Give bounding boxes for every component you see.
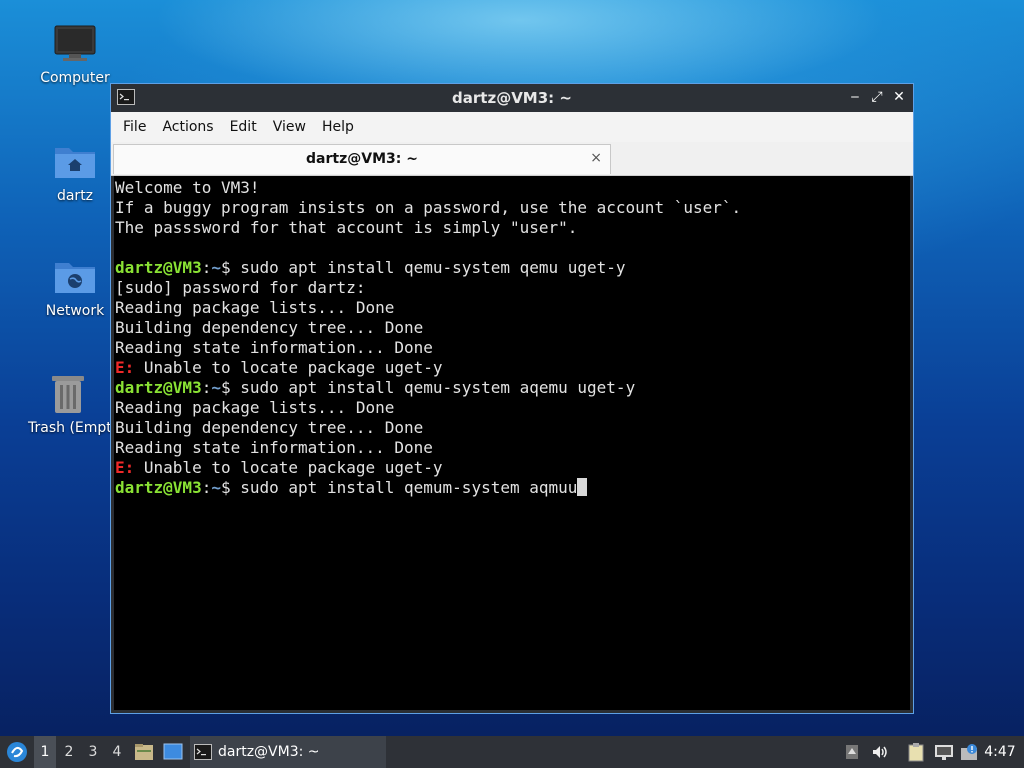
menu-view[interactable]: View <box>265 119 314 135</box>
taskbar-item-terminal[interactable]: dartz@VM3: ~ <box>190 736 386 768</box>
prompt-user: dartz@VM3 <box>115 378 202 397</box>
taskbar-item-label: dartz@VM3: ~ <box>218 744 320 760</box>
error-tag: E: <box>115 458 135 477</box>
window-title: dartz@VM3: ~ <box>452 89 572 107</box>
terminal-window: dartz@VM3: ~ ‒ ⤢ ✕ File Actions Edit Vie… <box>110 83 914 714</box>
update-alert-icon <box>961 744 977 760</box>
show-desktop-button[interactable] <box>160 736 186 768</box>
up-arrow-icon <box>846 745 858 759</box>
menubar: File Actions Edit View Help <box>111 112 913 142</box>
command-input[interactable]: sudo apt install qemum-system aqmuu <box>240 478 577 497</box>
error-tag: E: <box>115 358 135 377</box>
file-manager-launcher[interactable] <box>132 736 156 768</box>
file-manager-icon <box>135 744 153 760</box>
menu-help[interactable]: Help <box>314 119 362 135</box>
prompt-colon: : <box>201 258 212 277</box>
volume-button[interactable] <box>868 736 892 768</box>
update-notifier-button[interactable] <box>958 736 982 768</box>
prompt-dollar: $ <box>220 478 241 497</box>
desktop-icon-computer[interactable]: Computer <box>25 22 125 86</box>
clipboard-icon <box>908 743 924 762</box>
desktop-icon <box>163 743 183 760</box>
tray-up-arrow[interactable] <box>842 736 862 768</box>
terminal-output[interactable]: Welcome to VM3! If a buggy program insis… <box>114 176 910 710</box>
desktop-icon-label: Trash (Empty) <box>28 420 110 436</box>
command-text: sudo apt install qemu-system aqemu uget-… <box>240 378 636 397</box>
terminal-line: Welcome to VM3! <box>115 178 260 197</box>
terminal-line: Building dependency tree... Done <box>115 418 424 437</box>
volume-icon <box>873 746 887 758</box>
network-icon <box>935 745 953 760</box>
prompt-dollar: $ <box>220 378 241 397</box>
maximize-button[interactable]: ⤢ <box>869 88 885 106</box>
terminal-tab[interactable]: dartz@VM3: ~ × <box>113 144 611 174</box>
prompt-path: ~ <box>211 378 221 397</box>
prompt-colon: : <box>201 378 212 397</box>
tab-bar: dartz@VM3: ~ × <box>111 142 913 176</box>
prompt-dollar: $ <box>220 258 241 277</box>
clipboard-button[interactable] <box>904 736 928 768</box>
terminal-line: Reading state information... Done <box>115 338 433 357</box>
tab-label: dartz@VM3: ~ <box>306 151 418 167</box>
menu-actions[interactable]: Actions <box>154 119 221 135</box>
workspace-4[interactable]: 4 <box>106 736 128 768</box>
tab-close-button[interactable]: × <box>590 150 602 166</box>
text-cursor <box>577 478 588 496</box>
prompt-path: ~ <box>211 478 221 497</box>
terminal-icon <box>194 744 212 760</box>
prompt-colon: : <box>201 478 212 497</box>
prompt-user: dartz@VM3 <box>115 478 202 497</box>
prompt-path: ~ <box>211 258 221 277</box>
lxqt-logo-icon <box>7 742 27 762</box>
command-text: sudo apt install qemu-system qemu uget-y <box>240 258 626 277</box>
workspace-1[interactable]: 1 <box>34 736 56 768</box>
workspace-3[interactable]: 3 <box>82 736 104 768</box>
network-folder-icon <box>53 255 97 299</box>
error-text: Unable to locate package uget-y <box>134 458 443 477</box>
window-titlebar[interactable]: dartz@VM3: ~ ‒ ⤢ ✕ <box>111 84 913 112</box>
monitor-icon <box>53 22 97 66</box>
desktop-icon-trash[interactable]: Trash (Empty) <box>25 372 110 436</box>
terminal-line: If a buggy program insists on a password… <box>115 198 742 217</box>
home-folder-icon <box>53 140 97 184</box>
terminal-line: [sudo] password for dartz: <box>115 278 366 297</box>
terminal-line: Reading package lists... Done <box>115 398 395 417</box>
minimize-button[interactable]: ‒ <box>847 88 863 106</box>
error-text: Unable to locate package uget-y <box>134 358 443 377</box>
prompt-user: dartz@VM3 <box>115 258 202 277</box>
start-menu-button[interactable] <box>2 736 32 768</box>
close-button[interactable]: ✕ <box>891 88 907 106</box>
taskbar: 1 2 3 4 dartz@VM3: ~ 4:47 <box>0 736 1024 768</box>
workspace-2[interactable]: 2 <box>58 736 80 768</box>
clock[interactable]: 4:47 <box>980 736 1020 768</box>
terminal-line: Reading state information... Done <box>115 438 433 457</box>
terminal-line: The passsword for that account is simply… <box>115 218 578 237</box>
menu-file[interactable]: File <box>115 119 154 135</box>
menu-edit[interactable]: Edit <box>222 119 265 135</box>
terminal-line: Building dependency tree... Done <box>115 318 424 337</box>
network-status-button[interactable] <box>932 736 956 768</box>
trash-icon <box>46 372 90 416</box>
terminal-line: Reading package lists... Done <box>115 298 395 317</box>
